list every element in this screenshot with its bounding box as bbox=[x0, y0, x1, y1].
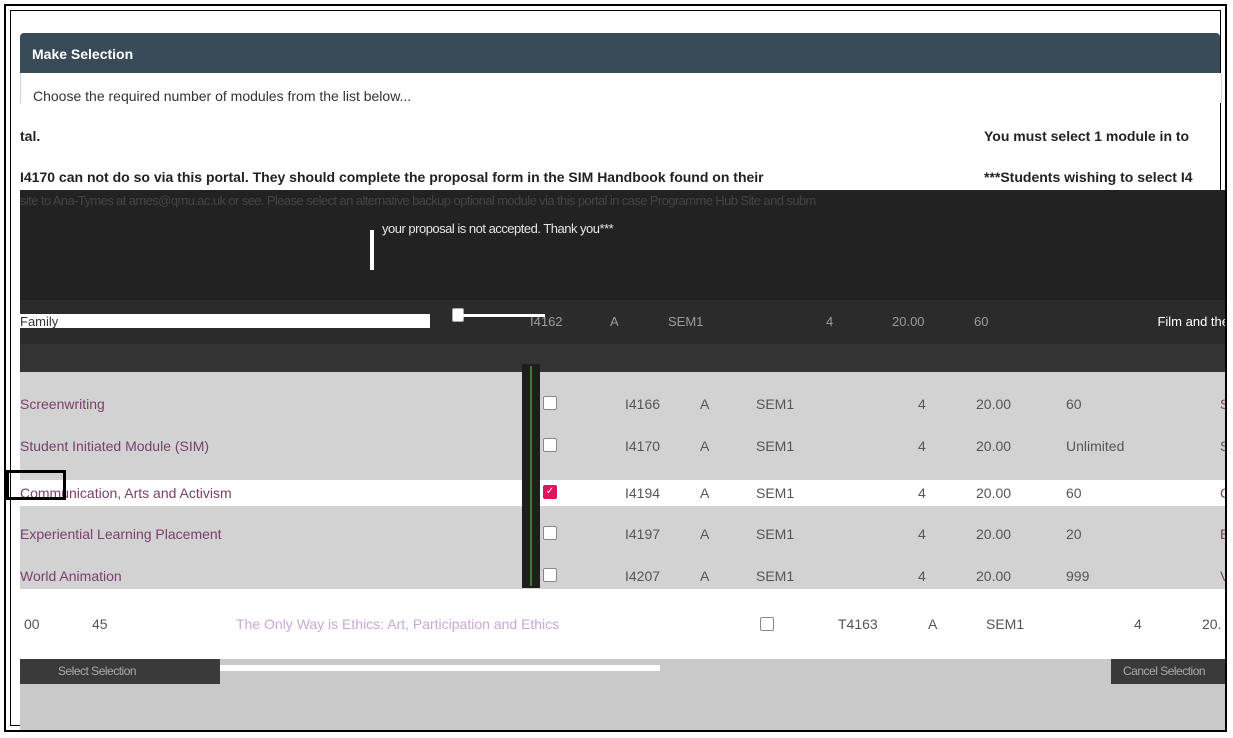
table-row[interactable]: Screenwriting I4166 A SEM1 4 20.00 60 S bbox=[20, 385, 1225, 425]
module-capacity: 45 bbox=[92, 616, 108, 632]
module-name[interactable]: World Animation bbox=[20, 568, 122, 584]
footer: Select Selection Cancel Selection bbox=[20, 659, 1225, 730]
module-period: SEM1 bbox=[756, 526, 795, 542]
module-name[interactable]: Student Initiated Module (SIM) bbox=[20, 438, 209, 454]
module-period: SEM1 bbox=[986, 616, 1025, 632]
module-checkbox-checked[interactable]: ✓ bbox=[543, 485, 557, 499]
module-name[interactable]: Experiential Learning Placement bbox=[20, 526, 222, 542]
module-capacity: 999 bbox=[1066, 568, 1090, 584]
module-period: SEM1 bbox=[756, 568, 795, 584]
scroll-overlay-line bbox=[530, 366, 532, 586]
panel-body: Choose the required number of modules fr… bbox=[20, 73, 1222, 104]
module-row-dark[interactable]: Family I4162 A SEM1 4 20.00 60 Film and … bbox=[20, 300, 1227, 344]
panel-title: Make Selection bbox=[32, 46, 134, 62]
table-row[interactable]: World Animation I4207 A SEM1 4 20.00 999… bbox=[20, 557, 1225, 589]
cancel-selection-label: Cancel Selection bbox=[1123, 664, 1206, 678]
module-credits: 00 bbox=[24, 616, 40, 632]
module-checkbox[interactable] bbox=[760, 617, 774, 631]
module-credits: 20.00 bbox=[892, 314, 925, 329]
module-code: T4163 bbox=[838, 616, 878, 632]
notice-band-divider bbox=[370, 230, 374, 270]
module-row-dark-name-bar bbox=[20, 314, 430, 328]
module-name[interactable]: Family bbox=[20, 314, 58, 329]
module-level: 4 bbox=[918, 396, 926, 412]
module-credits: 20.00 bbox=[976, 485, 1012, 501]
module-name[interactable]: Screenwriting bbox=[20, 396, 105, 412]
table-row-selected[interactable]: Communication, Arts and Activism I4194 A… bbox=[20, 480, 1225, 506]
cancel-selection-button[interactable]: Cancel Selection bbox=[1111, 659, 1225, 684]
panel-header: Make Selection bbox=[20, 33, 1220, 73]
module-checkbox[interactable] bbox=[543, 568, 557, 582]
module-period: SEM1 bbox=[668, 314, 704, 329]
module-code: I4166 bbox=[625, 396, 661, 412]
module-row-bottom[interactable]: 00 45 The Only Way is Ethics: Art, Parti… bbox=[20, 589, 1225, 659]
module-level: 4 bbox=[918, 438, 926, 454]
module-occurrence: A bbox=[928, 616, 938, 632]
module-checkbox[interactable] bbox=[543, 396, 557, 410]
module-credits-2: 20. bbox=[1202, 616, 1222, 632]
notice-band-line-2: your proposal is not accepted. Thank you… bbox=[382, 221, 614, 236]
module-period: SEM1 bbox=[756, 485, 795, 501]
module-occurrence: A bbox=[700, 438, 710, 454]
module-level: 4 bbox=[918, 485, 926, 501]
module-occurrence: A bbox=[700, 526, 710, 542]
select-selection-button[interactable]: Select Selection bbox=[20, 659, 220, 684]
module-code: I4162 bbox=[530, 314, 563, 329]
table-row[interactable]: Experiential Learning Placement I4197 A … bbox=[20, 515, 1225, 555]
module-extra: S bbox=[1220, 438, 1225, 454]
module-extra: S bbox=[1220, 396, 1225, 412]
module-checkbox[interactable] bbox=[543, 526, 557, 540]
module-code: I4194 bbox=[625, 485, 661, 501]
module-credits: 20.00 bbox=[976, 568, 1012, 584]
select-selection-label: Select Selection bbox=[58, 664, 137, 678]
module-level: 4 bbox=[1134, 616, 1142, 632]
module-level: 4 bbox=[918, 526, 926, 542]
module-extra: C bbox=[1220, 485, 1225, 501]
check-icon: ✓ bbox=[545, 486, 555, 497]
module-level: 4 bbox=[918, 568, 926, 584]
module-occurrence: A bbox=[610, 314, 619, 329]
notice-right-1: You must select 1 module in to bbox=[984, 128, 1190, 144]
module-level: 4 bbox=[826, 314, 834, 329]
module-extra: V bbox=[1220, 568, 1225, 584]
module-extra: Film and the bbox=[1157, 314, 1227, 329]
notice-band: site to Ana-Tymes at ames@qmu.ac.uk or s… bbox=[20, 190, 1225, 300]
module-period: SEM1 bbox=[756, 438, 795, 454]
module-capacity: 60 bbox=[1066, 485, 1082, 501]
module-period: SEM1 bbox=[756, 396, 795, 412]
module-capacity: 60 bbox=[1066, 396, 1082, 412]
module-checkbox[interactable] bbox=[543, 438, 557, 452]
instruction-text: Choose the required number of modules fr… bbox=[33, 88, 412, 104]
module-capacity: 20 bbox=[1066, 526, 1082, 542]
module-occurrence: A bbox=[700, 485, 710, 501]
notice-right-2: ***Students wishing to select I4 bbox=[984, 169, 1193, 185]
module-row-garbled bbox=[20, 344, 1225, 372]
module-occurrence: A bbox=[700, 396, 710, 412]
module-occurrence: A bbox=[700, 568, 710, 584]
module-code: I4197 bbox=[625, 526, 661, 542]
notice-left-1: tal. bbox=[20, 128, 41, 144]
module-capacity: Unlimited bbox=[1066, 438, 1125, 454]
footer-divider bbox=[220, 665, 660, 671]
module-capacity: 60 bbox=[974, 314, 989, 329]
notice-left-2: I4170 can not do so via this portal. The… bbox=[20, 169, 764, 185]
focus-highlight-box bbox=[6, 470, 66, 500]
screenshot-frame: Make Selection Choose the required numbe… bbox=[4, 4, 1227, 732]
module-credits: 20.00 bbox=[976, 526, 1012, 542]
module-code: I4207 bbox=[625, 568, 661, 584]
module-credits: 20.00 bbox=[976, 396, 1012, 412]
module-code: I4170 bbox=[625, 438, 661, 454]
module-name[interactable]: The Only Way is Ethics: Art, Participati… bbox=[236, 616, 559, 632]
table-row[interactable]: Student Initiated Module (SIM) I4170 A S… bbox=[20, 427, 1225, 467]
module-credits: 20.00 bbox=[976, 438, 1012, 454]
notice-band-line-1: site to Ana-Tymes at ames@qmu.ac.uk or s… bbox=[20, 193, 816, 208]
module-extra: E bbox=[1220, 526, 1225, 542]
